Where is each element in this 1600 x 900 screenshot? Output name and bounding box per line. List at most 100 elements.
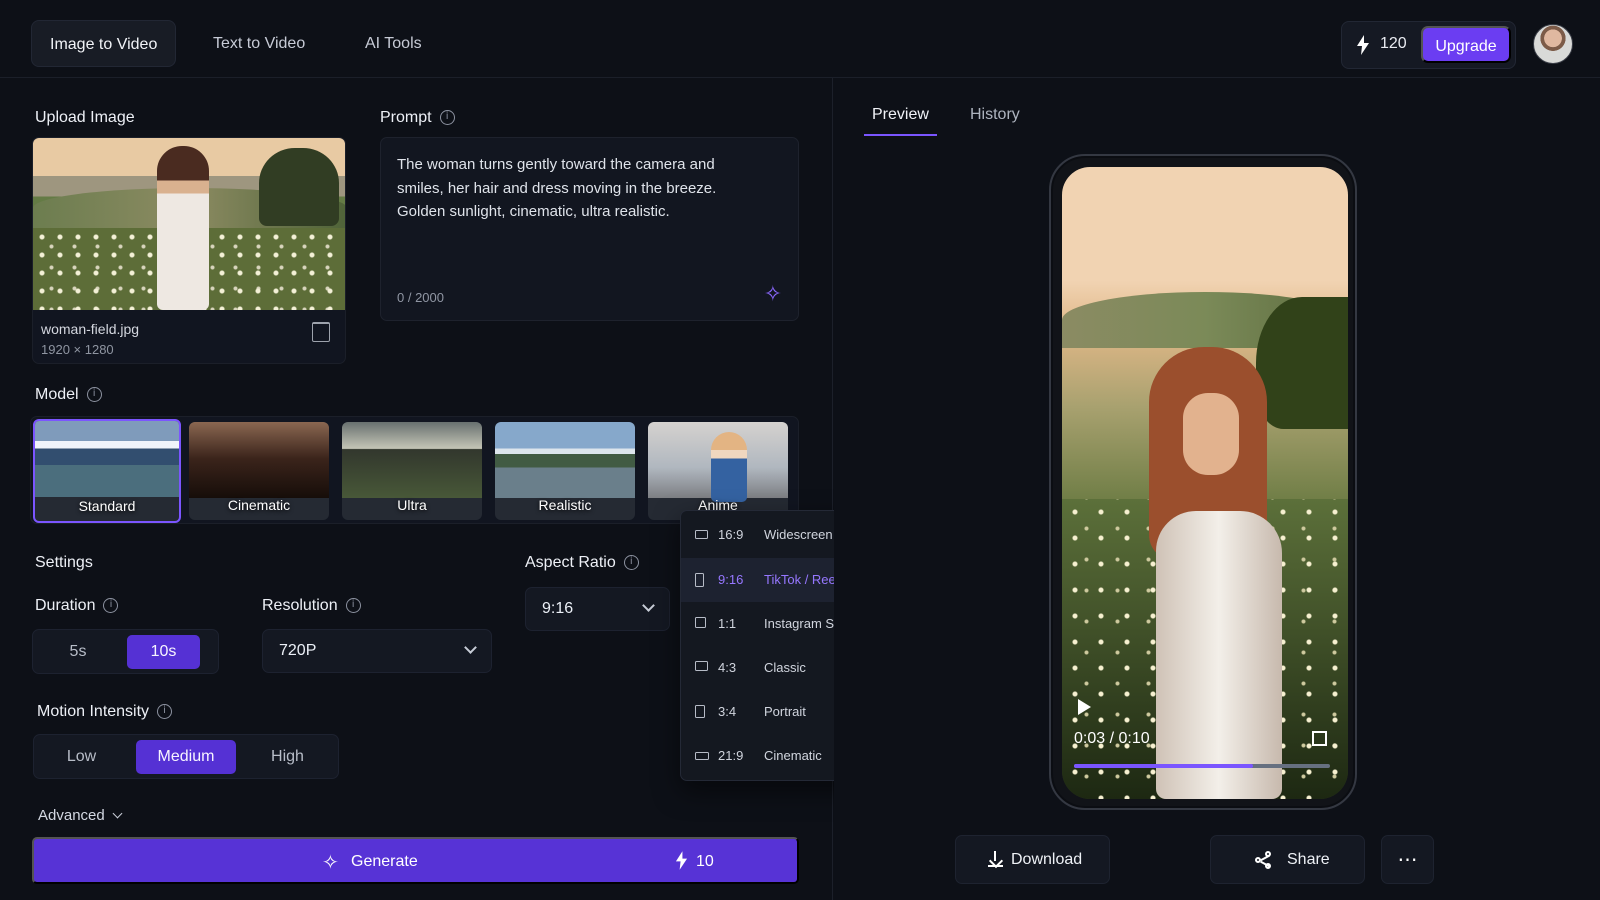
model-anime-thumbnail [648, 422, 788, 502]
upgrade-button[interactable]: Upgrade [1421, 26, 1511, 63]
model-standard[interactable]: Standard [33, 419, 181, 523]
motion-intensity-label: Motion Intensity i [37, 703, 173, 721]
info-icon[interactable]: i [623, 555, 639, 571]
model-ultra-thumbnail [342, 422, 482, 498]
prompt-textarea[interactable]: The woman turns gently toward the camera… [380, 137, 799, 321]
video-progress-bar[interactable] [1074, 764, 1330, 768]
image-woman-figure [157, 146, 209, 310]
more-icon[interactable]: ⋯ [1381, 835, 1434, 884]
model-standard-label: Standard [78, 498, 136, 514]
share-label: Share [1287, 851, 1330, 868]
fullscreen-icon[interactable] [1312, 731, 1327, 746]
model-anime[interactable]: Anime [648, 422, 788, 520]
model-ultra[interactable]: Ultra [342, 422, 482, 520]
aspect-option-ratio: 21:9 [718, 748, 744, 763]
download-label: Download [1011, 851, 1083, 868]
info-icon[interactable]: i [439, 110, 455, 126]
model-label-text: Model [35, 386, 79, 403]
info-icon[interactable]: i [157, 704, 173, 720]
share-icon [1255, 851, 1273, 869]
aspect-option-name: Classic [764, 660, 806, 675]
info-icon[interactable]: i [86, 387, 102, 403]
advanced-label: Advanced [38, 807, 105, 824]
aspect-ratio-label: Aspect Ratio i [525, 554, 639, 572]
bolt-icon [675, 851, 688, 870]
anime-character [711, 432, 747, 502]
model-cinematic-label: Cinematic [227, 497, 291, 513]
info-icon[interactable]: i [103, 598, 119, 614]
video-generator-app: Image to Video Text to Video AI Tools 12… [0, 0, 1600, 900]
resolution-label: Resolution i [262, 597, 361, 615]
info-icon[interactable]: i [345, 598, 361, 614]
share-button[interactable]: Share [1210, 835, 1365, 884]
model-realistic[interactable]: Realistic [495, 422, 635, 520]
video-time: 0:03 / 0:10 [1074, 730, 1150, 747]
trash-icon[interactable] [312, 322, 330, 342]
prompt-text[interactable]: The woman turns gently toward the camera… [397, 153, 752, 224]
chevron-down-icon [464, 641, 477, 654]
motion-low-button[interactable]: Low [40, 740, 123, 774]
advanced-toggle[interactable]: Advanced [38, 807, 123, 824]
tab-history[interactable]: History [970, 106, 1020, 124]
duration-10s-button[interactable]: 10s [127, 635, 200, 669]
tab-preview[interactable]: Preview [864, 106, 937, 136]
credits-balance: 120 Upgrade [1341, 21, 1516, 69]
settings-label: Settings [35, 554, 93, 571]
cinematic-ratio-icon [695, 752, 709, 760]
aspect-ratio-value: 9:16 [542, 600, 574, 617]
chevron-down-icon [642, 599, 655, 612]
aspect-option-ratio: 3:4 [718, 704, 737, 719]
aspect-option-name: Widescreen [764, 527, 833, 542]
aspect-option-ratio: 9:16 [718, 572, 744, 587]
generate-credit-cost: 10 [696, 853, 714, 870]
duration-label: Duration i [35, 597, 119, 615]
aspect-option-name: Cinematic [764, 748, 822, 763]
duration-segmented-control: 5s 10s [32, 629, 219, 674]
uploaded-image-preview [33, 138, 345, 310]
play-icon[interactable] [1078, 699, 1091, 715]
generate-label: Generate [351, 853, 418, 870]
resolution-select[interactable]: 720P [262, 629, 492, 673]
motion-medium-button[interactable]: Medium [136, 740, 236, 774]
aspect-option-name: TikTok / Reels [764, 572, 846, 587]
aspect-option-ratio: 1:1 [718, 616, 737, 631]
motion-high-button[interactable]: High [245, 740, 330, 774]
tab-image-to-video[interactable]: Image to Video [31, 20, 177, 67]
video-woman-dress [1156, 511, 1282, 799]
duration-label-text: Duration [35, 597, 96, 614]
widescreen-ratio-icon [695, 530, 708, 539]
download-button[interactable]: Download [955, 835, 1110, 884]
video-trees [1256, 297, 1348, 429]
model-realistic-thumbnail [495, 422, 635, 498]
aspect-ratio-select[interactable]: 9:16 [525, 587, 670, 631]
uploaded-image-card[interactable]: woman-field.jpg 1920 × 1280 [32, 137, 346, 364]
square-ratio-icon [695, 617, 706, 628]
generate-button[interactable]: ✧ Generate 10 [32, 837, 799, 884]
duration-5s-button[interactable]: 5s [37, 635, 119, 669]
resolution-value: 720P [279, 642, 317, 659]
model-ultra-label: Ultra [397, 497, 427, 513]
model-cinematic[interactable]: Cinematic [189, 422, 329, 520]
tab-text-to-video[interactable]: Text to Video [213, 20, 305, 67]
sparkle-icon[interactable]: ✧ [764, 281, 782, 307]
tab-ai-tools[interactable]: AI Tools [365, 20, 422, 67]
resolution-label-text: Resolution [262, 597, 338, 614]
video-preview[interactable] [1062, 167, 1348, 799]
avatar[interactable] [1533, 24, 1573, 64]
top-navigation-bar: Image to Video Text to Video AI Tools 12… [0, 0, 1600, 78]
aspect-ratio-label-text: Aspect Ratio [525, 554, 616, 571]
image-trees [259, 148, 339, 226]
model-realistic-label: Realistic [538, 497, 592, 513]
model-cinematic-thumbnail [189, 422, 329, 498]
prompt-label: Prompt i [380, 109, 455, 127]
chevron-down-icon [112, 808, 123, 819]
motion-intensity-label-text: Motion Intensity [37, 703, 150, 720]
classic-ratio-icon [695, 661, 708, 671]
model-selector: Standard Cinematic Ultra Realistic Anime [30, 416, 799, 524]
portrait-ratio-icon [695, 705, 705, 718]
portrait-ratio-icon [695, 573, 704, 587]
prompt-label-text: Prompt [380, 109, 432, 126]
motion-intensity-segmented-control: Low Medium High [33, 734, 339, 779]
video-progress-fill [1074, 764, 1254, 768]
prompt-character-counter: 0 / 2000 [397, 290, 444, 305]
